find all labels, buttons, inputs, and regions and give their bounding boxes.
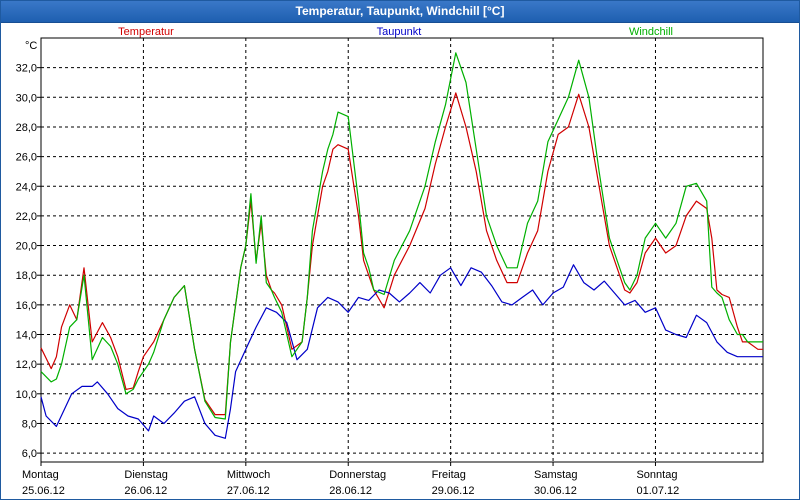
y-tick-label: 16,0 [16,300,37,312]
y-tick-label: 14,0 [16,330,37,342]
y-tick-label: 8,0 [22,418,37,430]
plot-area [40,37,764,463]
legend-entry-windchill: Windchill [629,26,673,38]
y-tick-label: 12,0 [16,359,37,371]
legend-entry-temperatur: Temperatur [118,26,174,38]
y-axis-label: °C [25,40,37,52]
window-title: Temperatur, Taupunkt, Windchill [°C] [1,1,799,23]
x-tick-label-date: 27.06.12 [227,485,270,497]
x-tick-label-date: 26.06.12 [124,485,167,497]
x-tick-label-day: Montag [22,469,59,481]
y-tick-label: 32,0 [16,63,37,75]
y-tick-label: 6,0 [22,448,37,460]
x-tick-label-date: 30.06.12 [534,485,577,497]
x-tick-label-day: Freitag [432,469,466,481]
x-tick-label-day: Dienstag [124,469,167,481]
x-tick-label-day: Mittwoch [227,469,270,481]
x-tick-label-day: Donnerstag [329,469,386,481]
y-tick-label: 10,0 [16,389,37,401]
x-tick-label-date: 01.07.12 [636,485,679,497]
y-tick-label: 20,0 [16,241,37,253]
y-tick-label: 28,0 [16,122,37,134]
x-tick-label-date: 25.06.12 [22,485,65,497]
x-tick-label-day: Sonntag [636,469,677,481]
legend-entry-taupunkt: Taupunkt [377,26,422,38]
y-tick-label: 18,0 [16,270,37,282]
chart-window: Temperatur, Taupunkt, Windchill [°C] 6,0… [0,0,800,500]
x-tick-label-date: 29.06.12 [432,485,475,497]
y-tick-label: 30,0 [16,92,37,104]
y-tick-label: 22,0 [16,211,37,223]
y-tick-label: 24,0 [16,181,37,193]
x-tick-label-date: 28.06.12 [329,485,372,497]
line-chart: 6,0 8,0 10,0 12,0 14,0 16,0 18,0 20,0 22,0 24,0 26… [16,26,764,497]
y-tick-label: 26,0 [16,152,37,164]
x-tick-label-day: Samstag [534,469,577,481]
